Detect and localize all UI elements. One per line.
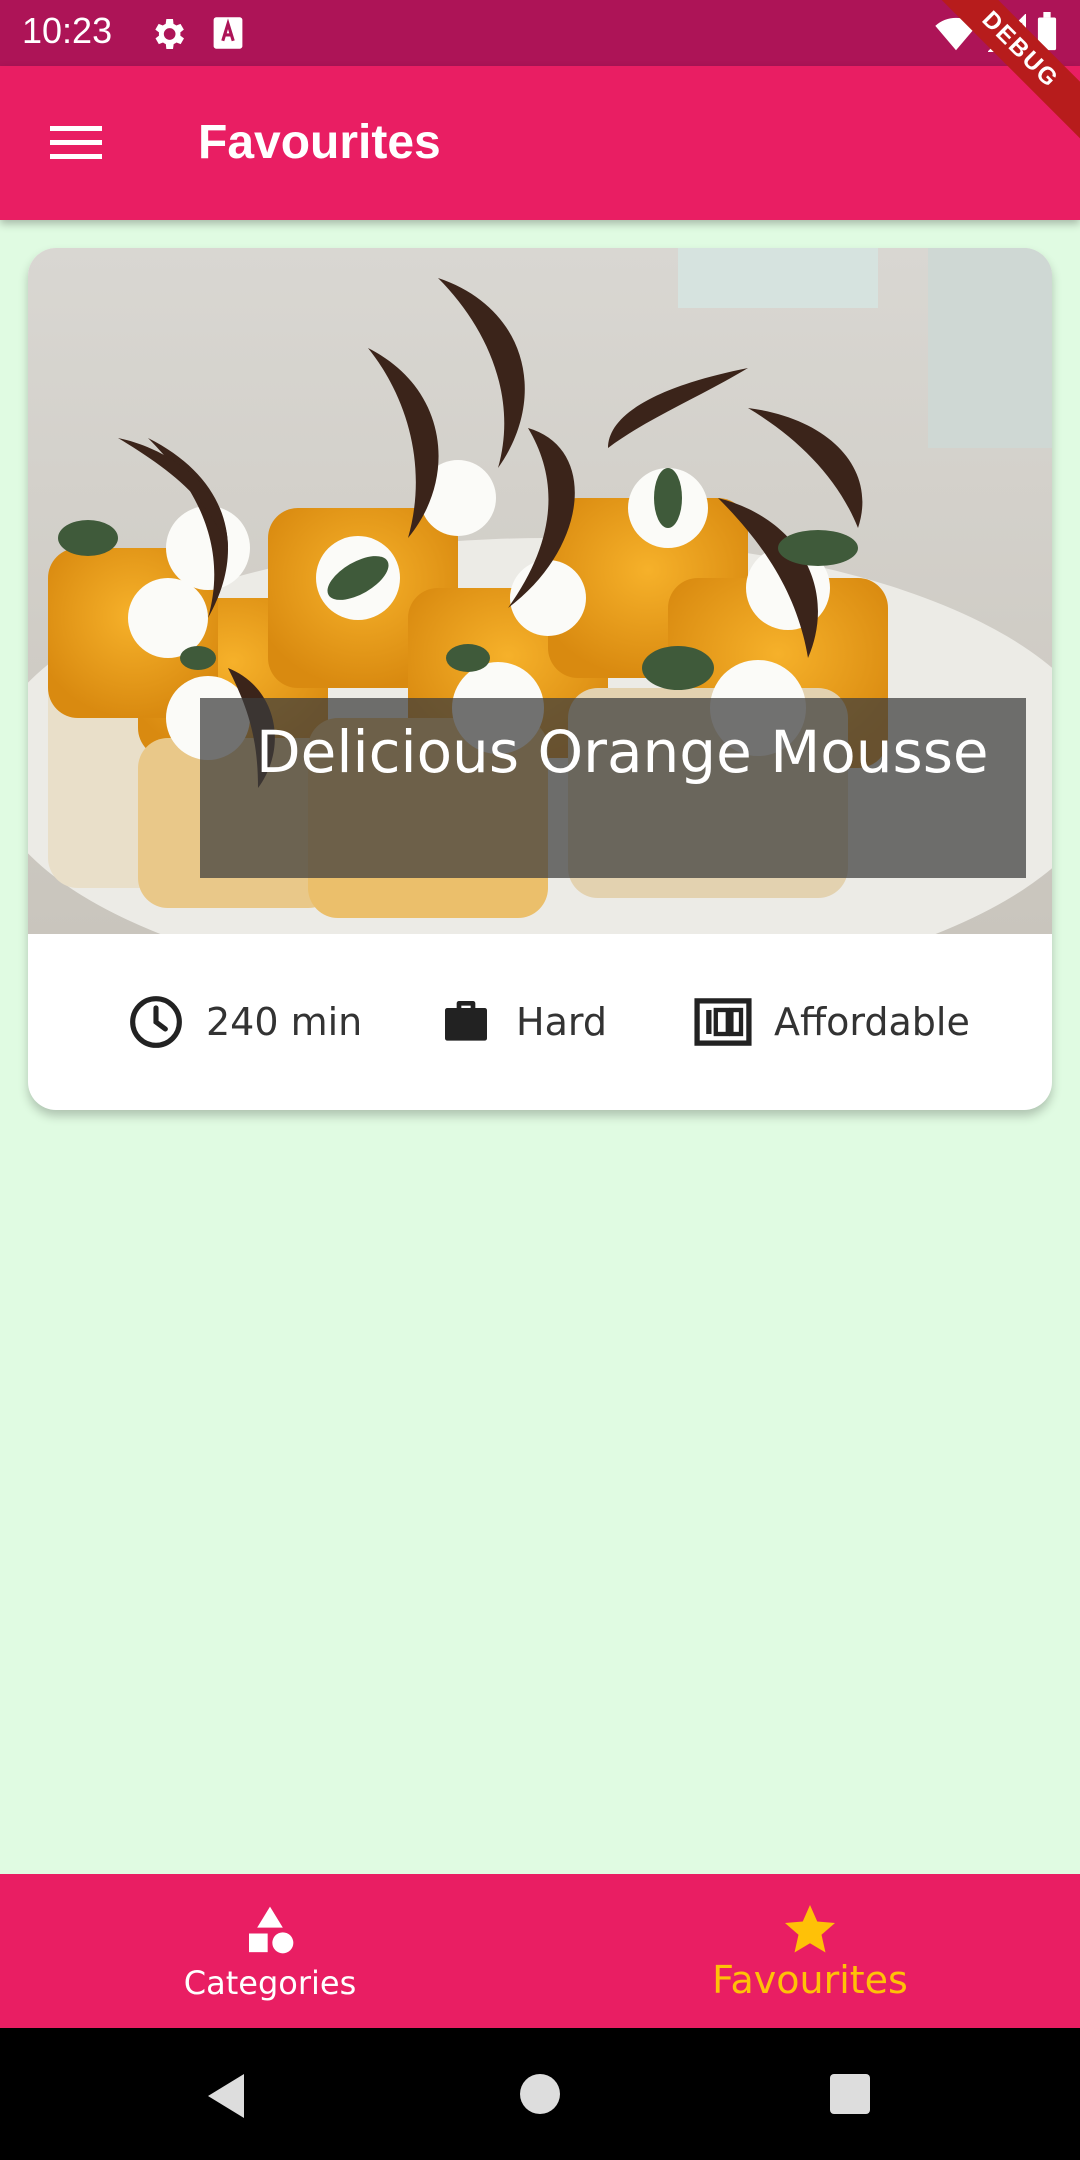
meal-info-row: 240 min Hard Affordable [28,934,1052,1110]
schedule-icon [130,996,182,1048]
status-time: 10:23 [22,10,113,51]
system-navigation-bar [0,2028,1080,2160]
nav-label-categories: Categories [183,1964,357,2002]
page-title: Favourites [198,116,441,169]
categories-icon [249,1906,294,1954]
duration-label: 240 min [206,1000,363,1044]
menu-icon [50,126,102,159]
affordability-info: Affordable [694,992,970,1052]
affordability-label: Affordable [774,1000,970,1044]
meal-card[interactable]: Delicious Orange Mousse 240 min Hard Aff… [28,248,1052,1110]
home-icon[interactable] [518,2072,562,2116]
settings-icon [155,19,184,49]
complexity-info: Hard [438,992,607,1052]
menu-button[interactable] [34,110,118,176]
bottom-navigation: Categories Favourites [0,1874,1080,2028]
nav-item-categories[interactable]: Categories [0,1874,540,2028]
star-icon [785,1905,835,1953]
money-icon [694,998,752,1046]
status-bar: 10:23 [0,0,1080,66]
nav-label-favourites: Favourites [712,1958,908,2002]
back-icon[interactable] [204,2072,248,2120]
meal-title: Delicious Orange Mousse [200,698,1026,878]
app-bar: Favourites [0,66,1080,220]
nav-item-favourites[interactable]: Favourites [540,1874,1080,2028]
recents-icon[interactable] [828,2072,872,2116]
complexity-label: Hard [516,1000,607,1044]
duration-info: 240 min [128,992,362,1052]
text-a-icon [213,17,243,49]
work-icon [445,1001,487,1041]
